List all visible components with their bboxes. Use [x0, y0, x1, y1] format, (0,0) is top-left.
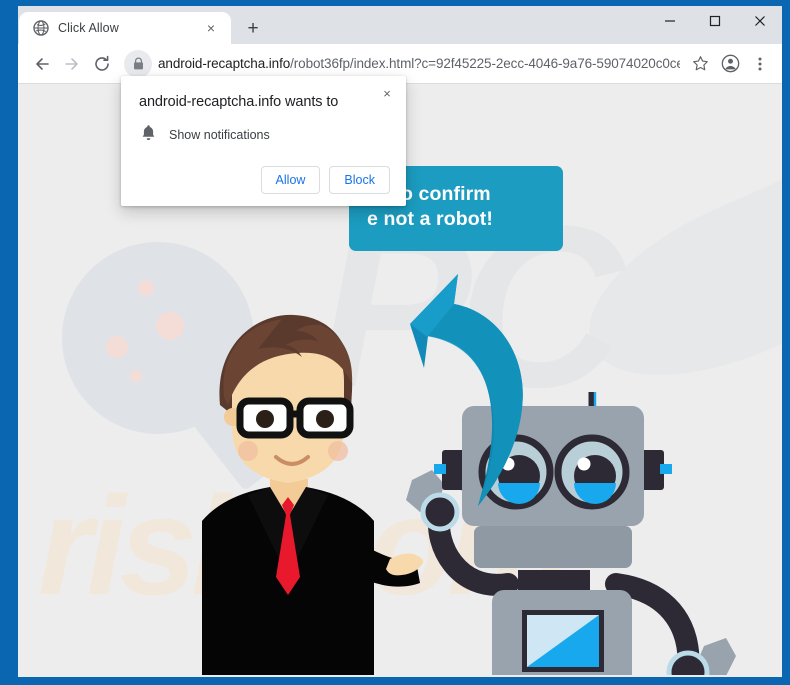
close-icon[interactable]	[737, 6, 782, 36]
star-icon[interactable]	[686, 50, 714, 78]
bell-icon	[141, 124, 156, 146]
browser-tab[interactable]: Click Allow ×	[19, 12, 231, 44]
browser-window-frame: Click Allow × + android-recaptcha.info/r…	[0, 0, 790, 685]
url-domain: android-recaptcha.info	[158, 56, 291, 71]
maximize-icon[interactable]	[692, 6, 737, 36]
permission-row: Show notifications	[141, 124, 390, 146]
tab-strip: Click Allow × +	[18, 6, 782, 44]
decorative-dot	[106, 336, 128, 358]
dialog-close-icon[interactable]: ×	[377, 83, 397, 103]
address-bar[interactable]: android-recaptcha.info/robot36fp/index.h…	[124, 49, 680, 78]
permission-label: Show notifications	[169, 128, 270, 142]
globe-icon	[33, 20, 49, 36]
dialog-actions: Allow Block	[137, 166, 390, 194]
notification-permission-bubble: × android-recaptcha.info wants to Show n…	[121, 76, 406, 206]
window-controls	[647, 6, 782, 44]
businessman-character	[202, 314, 423, 675]
tab-title: Click Allow	[58, 21, 119, 35]
decorative-dot	[130, 370, 142, 382]
arrow-left-icon[interactable]	[28, 50, 56, 78]
decorative-dot	[138, 280, 154, 296]
allow-button[interactable]: Allow	[260, 166, 321, 194]
banner-line-2: e not a robot!	[367, 208, 493, 230]
block-button[interactable]: Block	[329, 166, 390, 194]
url-text: android-recaptcha.info/robot36fp/index.h…	[152, 56, 680, 71]
lock-icon[interactable]	[124, 49, 152, 78]
account-avatar-icon[interactable]	[716, 50, 744, 78]
new-tab-button[interactable]: +	[239, 14, 267, 42]
tab-close-icon[interactable]: ×	[201, 18, 221, 38]
minimize-icon[interactable]	[647, 6, 692, 36]
dialog-title: android-recaptcha.info wants to	[139, 94, 339, 110]
reload-icon[interactable]	[88, 50, 116, 78]
arrow-right-icon[interactable]	[58, 50, 86, 78]
url-path: /robot36fp/index.html?c=92f45225-2ecc-40…	[290, 56, 680, 71]
three-dots-menu-icon[interactable]	[746, 50, 774, 78]
browser-window: Click Allow × + android-recaptcha.info/r…	[18, 6, 782, 677]
